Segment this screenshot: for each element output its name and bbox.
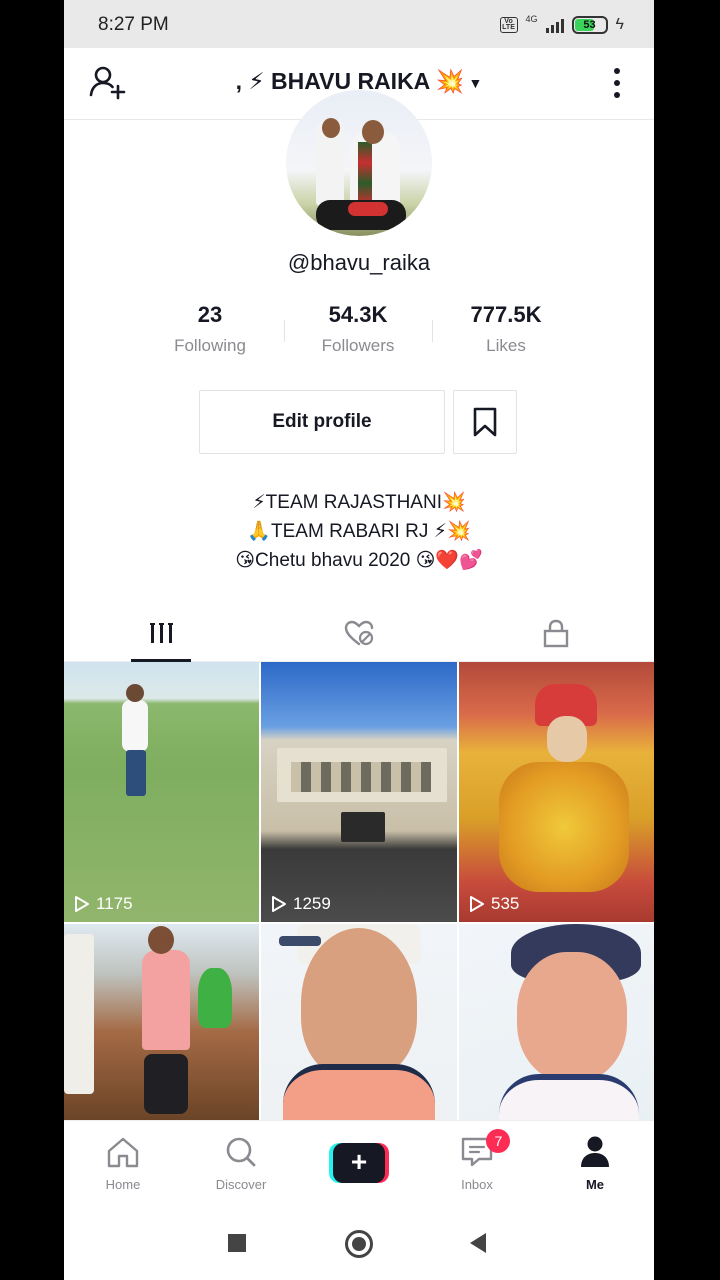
liked-heart-icon bbox=[344, 620, 374, 646]
battery-icon: 53 bbox=[571, 16, 608, 34]
profile-stats: 23 Following 54.3K Followers 777.5K Like… bbox=[136, 302, 580, 364]
profile-icon bbox=[581, 1136, 609, 1167]
chevron-down-icon: ▼ bbox=[468, 74, 483, 91]
nav-discover[interactable]: Discover bbox=[182, 1121, 300, 1208]
plus-icon: + bbox=[333, 1143, 385, 1183]
video-grid: 1175 1259 535 bbox=[64, 662, 654, 1120]
bio-line: 🙏TEAM RABARI RJ ⚡💥 bbox=[247, 521, 471, 542]
volte-icon: Vo LTE bbox=[499, 17, 518, 33]
stat-value: 777.5K bbox=[470, 302, 542, 327]
dot-icon bbox=[614, 80, 620, 86]
status-icons: Vo LTE 4G 53 ϟ bbox=[499, 14, 624, 36]
stat-likes[interactable]: 777.5K Likes bbox=[432, 302, 580, 364]
view-count: 1175 bbox=[74, 894, 133, 914]
video-thumbnail[interactable] bbox=[459, 924, 654, 1120]
videos-grid-icon bbox=[150, 623, 173, 643]
avatar[interactable] bbox=[286, 90, 432, 236]
profile-bio: ⚡TEAM RAJASTHANI💥 🙏TEAM RABARI RJ ⚡💥 😘Ch… bbox=[64, 488, 654, 575]
private-lock-icon bbox=[543, 619, 569, 648]
stat-label: Followers bbox=[321, 336, 395, 355]
dot-icon bbox=[614, 92, 620, 98]
username: @bhavu_raika bbox=[287, 250, 431, 275]
status-time: 8:27 PM bbox=[98, 14, 169, 35]
bio-line: ⚡TEAM RAJASTHANI💥 bbox=[252, 492, 466, 513]
battery-level: 53 bbox=[583, 19, 596, 31]
more-options-button[interactable] bbox=[606, 66, 628, 100]
nav-inbox[interactable]: 7 Inbox bbox=[418, 1121, 536, 1208]
stat-following[interactable]: 23 Following bbox=[136, 302, 284, 364]
view-count-value: 535 bbox=[491, 894, 520, 913]
home-icon bbox=[107, 1137, 139, 1168]
video-thumbnail[interactable] bbox=[64, 924, 259, 1120]
nav-create[interactable]: + bbox=[300, 1121, 418, 1208]
play-icon bbox=[75, 896, 89, 912]
dot-icon bbox=[614, 68, 620, 74]
video-thumbnail[interactable] bbox=[261, 924, 457, 1120]
tab-private[interactable] bbox=[458, 604, 654, 662]
stat-label: Likes bbox=[486, 336, 526, 355]
view-count: 1259 bbox=[271, 894, 331, 914]
stat-label: Following bbox=[174, 336, 246, 355]
network-label: 4G bbox=[525, 14, 538, 24]
recents-button[interactable] bbox=[228, 1234, 246, 1252]
signal-icon bbox=[545, 17, 564, 33]
nav-label: Me bbox=[585, 1177, 605, 1192]
stat-followers[interactable]: 54.3K Followers bbox=[284, 302, 432, 364]
tab-videos[interactable] bbox=[64, 604, 260, 662]
video-thumbnail[interactable]: 1259 bbox=[261, 662, 457, 922]
stat-value: 23 bbox=[197, 302, 223, 327]
view-count: 535 bbox=[469, 894, 519, 914]
favorites-button[interactable] bbox=[453, 390, 517, 454]
bottom-nav: Home Discover + 7 Inbox Me bbox=[64, 1120, 654, 1208]
play-icon bbox=[470, 896, 484, 912]
nav-label: Discover bbox=[215, 1177, 267, 1192]
charging-icon: ϟ bbox=[615, 16, 624, 33]
nav-label: Home bbox=[105, 1177, 141, 1192]
view-count-value: 1259 bbox=[293, 894, 331, 913]
content-tabs bbox=[64, 604, 654, 662]
nav-home[interactable]: Home bbox=[64, 1121, 182, 1208]
tab-liked[interactable] bbox=[261, 604, 457, 662]
inbox-badge: 7 bbox=[486, 1129, 511, 1153]
video-thumbnail[interactable]: 535 bbox=[459, 662, 654, 922]
nav-me[interactable]: Me bbox=[536, 1121, 654, 1208]
nav-label: Inbox bbox=[461, 1177, 493, 1192]
stat-value: 54.3K bbox=[328, 302, 388, 327]
view-count-value: 1175 bbox=[96, 894, 133, 913]
video-thumbnail[interactable]: 1175 bbox=[64, 662, 259, 922]
edit-profile-button[interactable]: Edit profile bbox=[199, 390, 445, 454]
home-button[interactable] bbox=[345, 1230, 373, 1258]
create-button[interactable]: + bbox=[329, 1143, 389, 1183]
status-bar: 8:27 PM Vo LTE 4G 53 ϟ bbox=[64, 0, 654, 48]
system-nav-bar bbox=[64, 1208, 654, 1280]
play-icon bbox=[272, 896, 286, 912]
phone-screen: 8:27 PM Vo LTE 4G 53 ϟ , ⚡ BHAVU RAIKA 💥 ▼ bbox=[64, 0, 654, 1280]
bio-line: 😘Chetu bhavu 2020 😘❤️💕 bbox=[235, 550, 483, 571]
search-icon bbox=[226, 1137, 256, 1167]
back-button[interactable] bbox=[470, 1233, 486, 1253]
bookmark-icon bbox=[473, 407, 497, 437]
